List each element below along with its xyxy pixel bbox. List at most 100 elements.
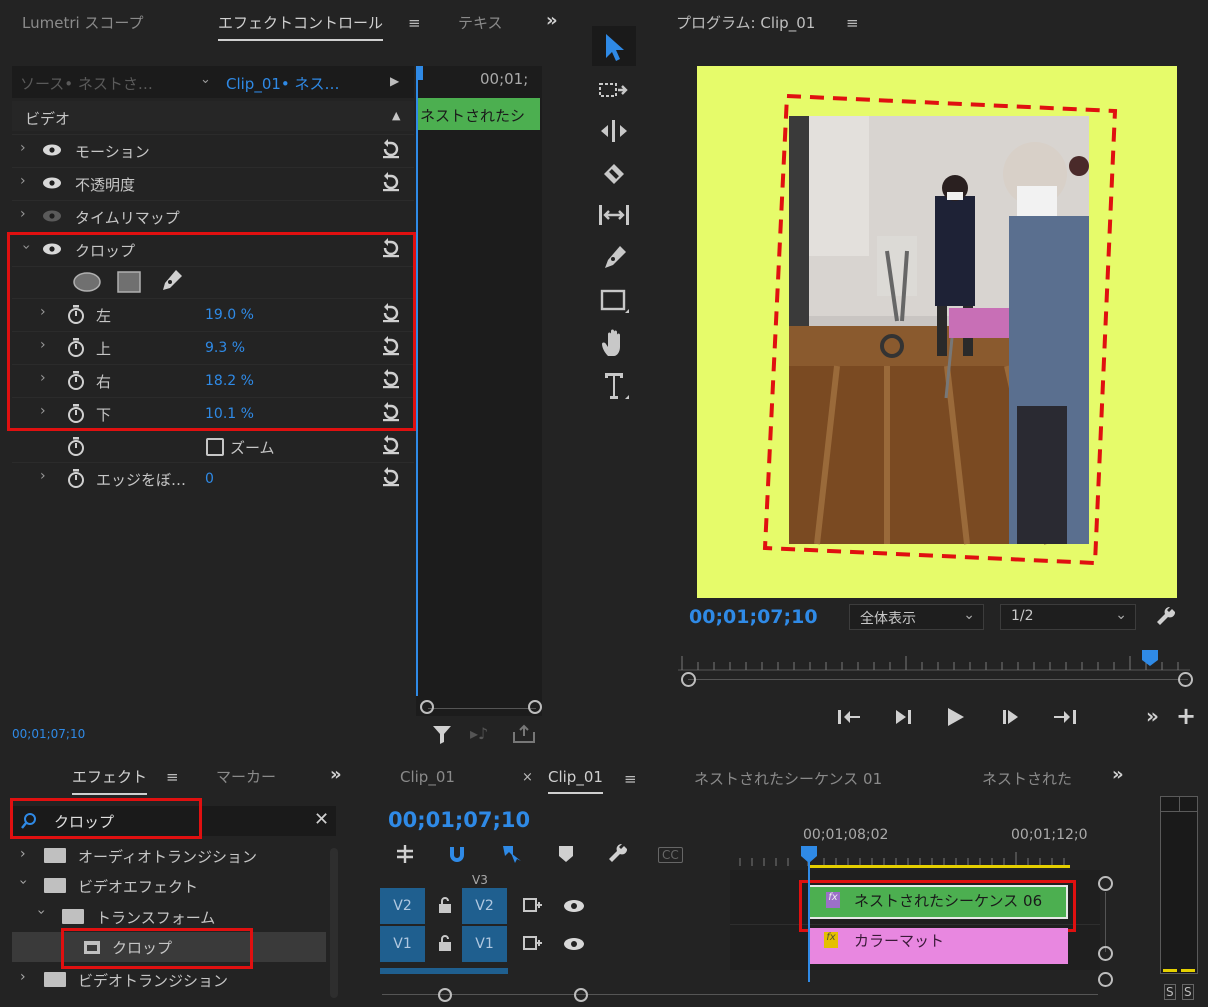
reset-icon[interactable]: [380, 434, 402, 456]
tab-lumetri-scopes[interactable]: Lumetri スコープ: [22, 12, 144, 33]
chevron-right-icon[interactable]: ›: [20, 846, 26, 862]
collapse-up-icon[interactable]: ▲: [392, 109, 400, 122]
hscroll-handle-left[interactable]: [438, 988, 452, 1002]
add-button-icon[interactable]: +: [1176, 702, 1196, 730]
ripple-edit-tool-icon[interactable]: [598, 118, 630, 144]
chevron-down-icon[interactable]: ⌄: [200, 72, 211, 87]
more-tabs-icon[interactable]: »: [1112, 764, 1124, 785]
reset-icon[interactable]: [380, 466, 402, 488]
hand-tool-icon[interactable]: [600, 328, 630, 360]
program-ruler[interactable]: [678, 650, 1190, 674]
vscroll-handle-top[interactable]: [1098, 876, 1113, 891]
fit-dropdown[interactable]: 全体表示 ⌄: [849, 604, 984, 630]
crop-param-edge-feather[interactable]: › エッジをぼ… 0: [12, 462, 414, 494]
chevron-right-icon[interactable]: ›: [20, 206, 26, 222]
tab-text[interactable]: テキス: [458, 12, 503, 33]
effect-row-time-remap[interactable]: › タイムリマップ: [12, 200, 414, 232]
close-tab-icon[interactable]: ×: [522, 770, 533, 785]
vscroll-handle-audio[interactable]: [1098, 972, 1113, 987]
program-timecode[interactable]: 00;01;07;10: [689, 606, 818, 628]
track-target-v2[interactable]: V2: [462, 888, 507, 924]
captions-icon[interactable]: CC: [658, 847, 683, 863]
clear-search-icon[interactable]: ✕: [314, 809, 329, 830]
lock-icon[interactable]: [437, 934, 453, 952]
timeline-playhead[interactable]: [808, 862, 810, 982]
nest-icon[interactable]: [394, 843, 416, 865]
chevron-right-icon[interactable]: ›: [20, 969, 26, 985]
solo-right-button[interactable]: S: [1182, 984, 1194, 1000]
zoom-checkbox[interactable]: [206, 438, 224, 456]
eye-icon[interactable]: [42, 144, 62, 156]
resolution-dropdown[interactable]: 1/2 ⌄: [1000, 604, 1136, 630]
eye-icon[interactable]: [563, 937, 585, 951]
go-to-out-icon[interactable]: [1052, 707, 1078, 727]
chevron-right-icon[interactable]: ›: [40, 468, 46, 484]
chevron-right-icon[interactable]: ›: [20, 173, 26, 189]
panel-menu-icon[interactable]: ≡: [166, 768, 179, 786]
program-video-frame[interactable]: [697, 66, 1177, 598]
program-monitor-title[interactable]: プログラム: Clip_01: [676, 12, 815, 33]
timeline-playhead-handle[interactable]: [800, 846, 818, 864]
triangle-right-icon[interactable]: ▶: [390, 74, 399, 88]
program-playhead[interactable]: [1142, 650, 1158, 666]
sync-lock-icon[interactable]: [522, 896, 544, 914]
more-buttons-icon[interactable]: »: [1146, 704, 1159, 728]
filter-icon[interactable]: [432, 724, 454, 746]
solo-left-button[interactable]: S: [1164, 984, 1176, 1000]
play-icon[interactable]: [944, 706, 968, 728]
type-tool-icon[interactable]: [600, 370, 630, 402]
chevron-right-icon[interactable]: ›: [20, 140, 26, 156]
step-back-icon[interactable]: [890, 707, 914, 727]
snap-icon[interactable]: [446, 843, 468, 865]
zoom-handle-right[interactable]: [1178, 672, 1193, 687]
selection-tool-icon[interactable]: [603, 32, 627, 62]
audio-only-icon[interactable]: ▸♪: [470, 724, 488, 743]
slip-tool-icon[interactable]: [597, 202, 631, 228]
track-target-v1[interactable]: V1: [462, 926, 507, 962]
playhead-handle[interactable]: [416, 66, 423, 80]
pen-tool-icon[interactable]: [600, 244, 628, 272]
lock-icon[interactable]: [437, 896, 453, 914]
playhead[interactable]: [416, 66, 418, 696]
razor-tool-icon[interactable]: [600, 160, 628, 188]
linked-selection-icon[interactable]: [500, 843, 524, 865]
timeline-timecode[interactable]: 00;01;07;10: [388, 808, 530, 832]
zoom-handle-left[interactable]: [681, 672, 696, 687]
wrench-icon[interactable]: [1155, 606, 1177, 628]
panel-menu-icon[interactable]: ≡: [408, 14, 421, 32]
add-marker-icon[interactable]: [556, 843, 576, 865]
scroll-handle-left[interactable]: [420, 700, 434, 714]
tree-item-audio-transitions[interactable]: オーディオトランジション: [78, 846, 257, 867]
step-forward-icon[interactable]: [1000, 707, 1024, 727]
source-patch-v2[interactable]: V2: [380, 888, 425, 924]
tree-item-video-transitions[interactable]: ビデオトランジション: [78, 970, 228, 991]
stopwatch-icon[interactable]: [67, 437, 85, 456]
tab-clip01-a[interactable]: Clip_01: [400, 768, 455, 786]
eye-icon[interactable]: [42, 177, 62, 189]
chevron-down-icon[interactable]: ›: [15, 879, 31, 885]
reset-icon[interactable]: [380, 138, 402, 160]
reset-icon[interactable]: [380, 171, 402, 193]
crop-param-zoom[interactable]: ズーム: [12, 430, 414, 462]
export-icon[interactable]: [512, 724, 536, 744]
effects-scrollbar[interactable]: [330, 848, 338, 998]
vscroll-handle-bottom[interactable]: [1098, 946, 1113, 961]
tab-nested[interactable]: ネストされた: [982, 768, 1072, 789]
stopwatch-icon[interactable]: [67, 469, 85, 488]
tab-effects[interactable]: エフェクト: [72, 766, 148, 795]
eye-icon[interactable]: [563, 899, 585, 913]
param-value[interactable]: 0: [205, 471, 214, 487]
chevron-down-icon[interactable]: ›: [33, 909, 49, 915]
track-select-tool-icon[interactable]: [598, 78, 632, 104]
hscroll-handle-right[interactable]: [574, 988, 588, 1002]
source-patch-v1[interactable]: V1: [380, 926, 425, 962]
tab-clip01-b[interactable]: Clip_01: [548, 768, 603, 794]
timeline-ruler[interactable]: [730, 850, 1102, 868]
sync-lock-icon[interactable]: [522, 934, 544, 952]
go-to-in-icon[interactable]: [836, 707, 862, 727]
panel-menu-icon[interactable]: ≡: [846, 14, 859, 32]
tree-item-video-effects[interactable]: ビデオエフェクト: [78, 876, 198, 897]
scroll-handle-right[interactable]: [528, 700, 542, 714]
effect-row-motion[interactable]: › モーション: [12, 134, 414, 166]
panel-menu-icon[interactable]: ≡: [624, 770, 637, 788]
